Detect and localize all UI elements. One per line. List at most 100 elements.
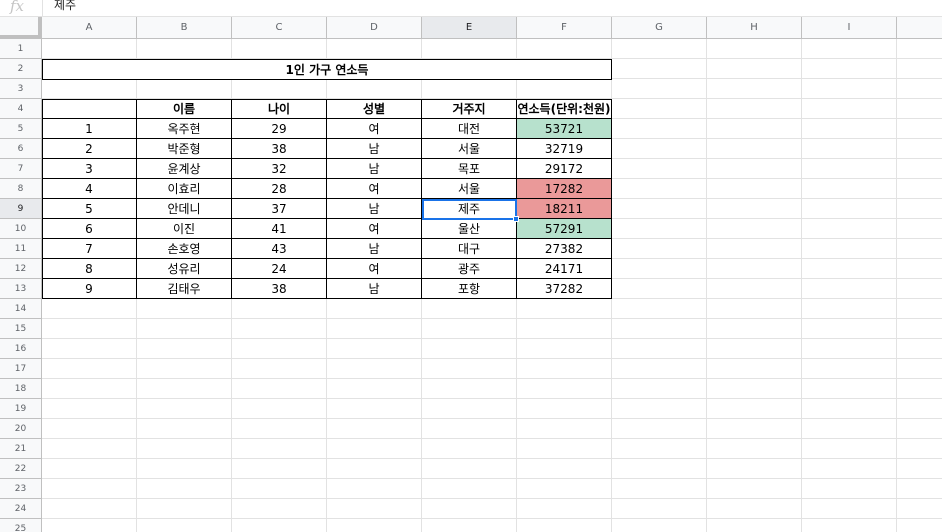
table-cell[interactable]: 광주: [422, 259, 517, 279]
header-cell[interactable]: 연소득(단위:천원): [517, 99, 612, 119]
active-cell-selection[interactable]: [422, 199, 517, 220]
column-header-h[interactable]: H: [707, 17, 802, 39]
income-cell[interactable]: 29172: [517, 159, 612, 179]
header-cell[interactable]: 성별: [327, 99, 422, 119]
table-cell[interactable]: 안데니: [137, 199, 232, 219]
table-cell[interactable]: 7: [42, 239, 137, 259]
table-cell[interactable]: 32: [232, 159, 327, 179]
table-cell[interactable]: 김태우: [137, 279, 232, 299]
row-header-11[interactable]: 11: [0, 239, 42, 259]
table-cell[interactable]: 성유리: [137, 259, 232, 279]
table-cell[interactable]: 대구: [422, 239, 517, 259]
table-cell[interactable]: 박준형: [137, 139, 232, 159]
row-header-6[interactable]: 6: [0, 139, 42, 159]
column-header-f[interactable]: F: [517, 17, 612, 39]
column-header-b[interactable]: B: [137, 17, 232, 39]
row-header-25[interactable]: 25: [0, 519, 42, 532]
income-cell[interactable]: 37282: [517, 279, 612, 299]
row-header-15[interactable]: 15: [0, 319, 42, 339]
table-cell[interactable]: 서울: [422, 179, 517, 199]
formula-input[interactable]: 제주: [54, 0, 76, 13]
table-cell[interactable]: 8: [42, 259, 137, 279]
row-header-21[interactable]: 21: [0, 439, 42, 459]
table-cell[interactable]: 여: [327, 259, 422, 279]
table-cell[interactable]: 포항: [422, 279, 517, 299]
table-cell[interactable]: 38: [232, 139, 327, 159]
income-cell[interactable]: 17282: [517, 179, 612, 199]
header-cell[interactable]: 나이: [232, 99, 327, 119]
table-cell[interactable]: 대전: [422, 119, 517, 139]
table-cell[interactable]: 여: [327, 119, 422, 139]
table-cell[interactable]: 옥주현: [137, 119, 232, 139]
column-header-d[interactable]: D: [327, 17, 422, 39]
table-cell[interactable]: 서울: [422, 139, 517, 159]
row-header-7[interactable]: 7: [0, 159, 42, 179]
spreadsheet-grid[interactable]: 1인 가구 연소득 A B C D E F G H I 1 2 3 4 5 6 7 8 9 10 11 12 13 14 15…: [0, 17, 942, 532]
row-header-1[interactable]: 1: [0, 39, 42, 59]
table-cell[interactable]: 남: [327, 239, 422, 259]
table-cell[interactable]: 울산: [422, 219, 517, 239]
income-cell[interactable]: 27382: [517, 239, 612, 259]
row-header-9[interactable]: 9: [0, 199, 42, 219]
table-cell[interactable]: 여: [327, 179, 422, 199]
table-cell[interactable]: 41: [232, 219, 327, 239]
row-header-16[interactable]: 16: [0, 339, 42, 359]
row-header-2[interactable]: 2: [0, 59, 42, 79]
header-cell[interactable]: 거주지: [422, 99, 517, 119]
select-all-corner[interactable]: [0, 17, 42, 39]
column-header-c[interactable]: C: [232, 17, 327, 39]
table-cell[interactable]: 남: [327, 279, 422, 299]
column-header-i[interactable]: I: [802, 17, 897, 39]
table-cell[interactable]: 43: [232, 239, 327, 259]
table-cell[interactable]: 38: [232, 279, 327, 299]
table-cell[interactable]: 이효리: [137, 179, 232, 199]
table-cell[interactable]: 28: [232, 179, 327, 199]
column-header-e[interactable]: E: [422, 17, 517, 39]
table-cell[interactable]: 1: [42, 119, 137, 139]
row-header-19[interactable]: 19: [0, 399, 42, 419]
row-header-3[interactable]: 3: [0, 79, 42, 99]
row-header-22[interactable]: 22: [0, 459, 42, 479]
table-cell[interactable]: 4: [42, 179, 137, 199]
income-cell[interactable]: 32719: [517, 139, 612, 159]
fill-handle[interactable]: [513, 216, 519, 222]
table-cell[interactable]: 9: [42, 279, 137, 299]
row-header-24[interactable]: 24: [0, 499, 42, 519]
row-header-13[interactable]: 13: [0, 279, 42, 299]
table-cell[interactable]: 남: [327, 199, 422, 219]
header-cell[interactable]: 이름: [137, 99, 232, 119]
income-cell[interactable]: 57291: [517, 219, 612, 239]
table-cell[interactable]: 이진: [137, 219, 232, 239]
title-cell[interactable]: 1인 가구 연소득: [42, 59, 612, 80]
table-cell[interactable]: 6: [42, 219, 137, 239]
table-cell[interactable]: 29: [232, 119, 327, 139]
table-cell[interactable]: 37: [232, 199, 327, 219]
row-header-5[interactable]: 5: [0, 119, 42, 139]
table-cell[interactable]: 여: [327, 219, 422, 239]
table-cell[interactable]: 3: [42, 159, 137, 179]
row-header-18[interactable]: 18: [0, 379, 42, 399]
column-header-a[interactable]: A: [42, 17, 137, 39]
table-cell[interactable]: 2: [42, 139, 137, 159]
row-header-12[interactable]: 12: [0, 259, 42, 279]
table-cell[interactable]: 남: [327, 159, 422, 179]
column-header-j[interactable]: [897, 17, 942, 39]
table-cell[interactable]: 24: [232, 259, 327, 279]
row-header-4[interactable]: 4: [0, 99, 42, 119]
row-header-23[interactable]: 23: [0, 479, 42, 499]
table-cell[interactable]: 손호영: [137, 239, 232, 259]
income-cell[interactable]: 24171: [517, 259, 612, 279]
table-cell[interactable]: 윤계상: [137, 159, 232, 179]
income-cell[interactable]: 53721: [517, 119, 612, 139]
column-header-g[interactable]: G: [612, 17, 707, 39]
row-header-17[interactable]: 17: [0, 359, 42, 379]
table-cell[interactable]: 목포: [422, 159, 517, 179]
row-header-14[interactable]: 14: [0, 299, 42, 319]
table-cell[interactable]: 5: [42, 199, 137, 219]
row-header-20[interactable]: 20: [0, 419, 42, 439]
table-cell[interactable]: 남: [327, 139, 422, 159]
income-cell[interactable]: 18211: [517, 199, 612, 219]
row-header-8[interactable]: 8: [0, 179, 42, 199]
header-cell[interactable]: [42, 99, 137, 119]
row-header-10[interactable]: 10: [0, 219, 42, 239]
